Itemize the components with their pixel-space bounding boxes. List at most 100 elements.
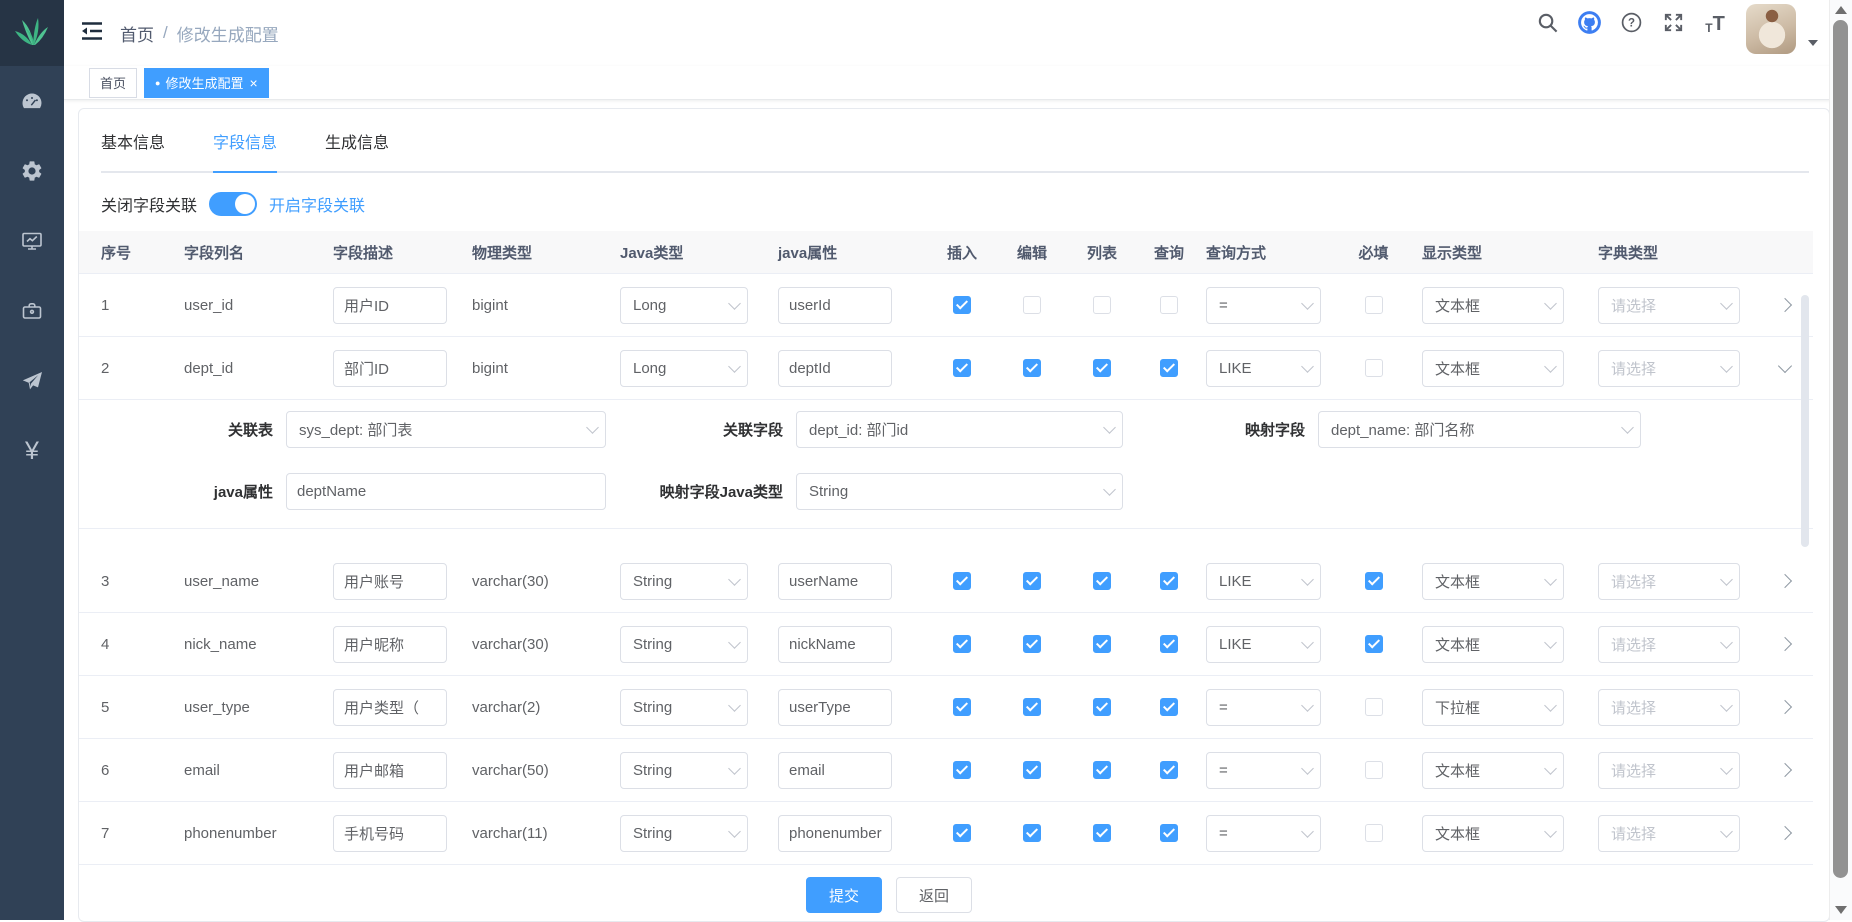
app-logo[interactable] xyxy=(0,0,64,66)
browser-scrollbar[interactable] xyxy=(1829,0,1852,920)
dict-type-select[interactable]: 请选择 xyxy=(1598,689,1740,726)
java-field-input[interactable]: deptId xyxy=(778,350,892,387)
java-type-select[interactable]: Long xyxy=(620,287,748,324)
dict-type-select[interactable]: 请选择 xyxy=(1598,350,1740,387)
tab-字段信息[interactable]: 字段信息 xyxy=(213,133,277,155)
edit-checkbox[interactable] xyxy=(1023,296,1041,314)
java-field-input[interactable]: userType xyxy=(778,689,892,726)
java-field-input[interactable]: nickName xyxy=(778,626,892,663)
query-type-select[interactable]: = xyxy=(1206,689,1321,726)
java-type-select[interactable]: String xyxy=(620,752,748,789)
display-type-select[interactable]: 文本框 xyxy=(1422,350,1564,387)
edit-checkbox[interactable] xyxy=(1023,359,1041,377)
query-checkbox[interactable] xyxy=(1160,359,1178,377)
java-type-select[interactable]: Long xyxy=(620,350,748,387)
java-type-select[interactable]: String xyxy=(620,563,748,600)
expand-row-icon[interactable] xyxy=(1777,700,1791,714)
column-comment-input[interactable]: 用户类型（ xyxy=(333,689,447,726)
java-field-input[interactable]: userName xyxy=(778,563,892,600)
column-comment-input[interactable]: 手机号码 xyxy=(333,815,447,852)
list-checkbox[interactable] xyxy=(1093,761,1111,779)
insert-checkbox[interactable] xyxy=(953,761,971,779)
expand-row-icon[interactable] xyxy=(1777,574,1791,588)
tab-生成信息[interactable]: 生成信息 xyxy=(325,133,389,155)
browser-scrollbar-thumb[interactable] xyxy=(1833,20,1848,878)
list-checkbox[interactable] xyxy=(1093,635,1111,653)
insert-checkbox[interactable] xyxy=(953,359,971,377)
mapped-field-select[interactable]: dept_name: 部门名称 xyxy=(1318,411,1641,448)
column-comment-input[interactable]: 用户账号 xyxy=(333,563,447,600)
close-icon[interactable]: × xyxy=(249,75,257,91)
sidebar-item-pay[interactable]: ¥ xyxy=(0,416,64,486)
query-type-select[interactable]: LIKE xyxy=(1206,350,1321,387)
required-checkbox[interactable] xyxy=(1365,359,1383,377)
insert-checkbox[interactable] xyxy=(953,296,971,314)
display-type-select[interactable]: 文本框 xyxy=(1422,626,1564,663)
query-checkbox[interactable] xyxy=(1160,572,1178,590)
required-checkbox[interactable] xyxy=(1365,296,1383,314)
display-type-select[interactable]: 下拉框 xyxy=(1422,689,1564,726)
font-size-button[interactable]: TT xyxy=(1702,12,1728,38)
expand-row-icon[interactable] xyxy=(1777,763,1791,777)
user-menu-caret-icon[interactable] xyxy=(1808,40,1818,46)
query-checkbox[interactable] xyxy=(1160,635,1178,653)
java-attr-input[interactable]: deptName xyxy=(286,473,606,510)
java-type-select[interactable]: String xyxy=(620,626,748,663)
user-avatar[interactable] xyxy=(1746,4,1796,54)
list-checkbox[interactable] xyxy=(1093,359,1111,377)
dict-type-select[interactable]: 请选择 xyxy=(1598,287,1740,324)
field-association-switch[interactable] xyxy=(209,192,257,216)
edit-checkbox[interactable] xyxy=(1023,761,1041,779)
display-type-select[interactable]: 文本框 xyxy=(1422,815,1564,852)
list-checkbox[interactable] xyxy=(1093,572,1111,590)
query-checkbox[interactable] xyxy=(1160,698,1178,716)
query-type-select[interactable]: = xyxy=(1206,287,1321,324)
content-scrollbar-thumb[interactable] xyxy=(1801,295,1809,547)
related-field-select[interactable]: dept_id: 部门id xyxy=(796,411,1123,448)
column-comment-input[interactable]: 用户昵称 xyxy=(333,626,447,663)
required-checkbox[interactable] xyxy=(1365,824,1383,842)
column-comment-input[interactable]: 用户ID xyxy=(333,287,447,324)
edit-checkbox[interactable] xyxy=(1023,635,1041,653)
list-checkbox[interactable] xyxy=(1093,824,1111,842)
help-button[interactable]: ? xyxy=(1618,12,1644,38)
column-comment-input[interactable]: 部门ID xyxy=(333,350,447,387)
scroll-up-arrow-icon[interactable] xyxy=(1835,6,1847,14)
column-comment-input[interactable]: 用户邮箱 xyxy=(333,752,447,789)
sidebar-item-tool[interactable] xyxy=(0,276,64,346)
dict-type-select[interactable]: 请选择 xyxy=(1598,752,1740,789)
related-table-select[interactable]: sys_dept: 部门表 xyxy=(286,411,606,448)
query-checkbox[interactable] xyxy=(1160,761,1178,779)
insert-checkbox[interactable] xyxy=(953,824,971,842)
back-button[interactable]: 返回 xyxy=(896,877,972,913)
search-button[interactable] xyxy=(1534,12,1560,38)
insert-checkbox[interactable] xyxy=(953,698,971,716)
java-field-input[interactable]: phonenumber xyxy=(778,815,892,852)
insert-checkbox[interactable] xyxy=(953,635,971,653)
dict-type-select[interactable]: 请选择 xyxy=(1598,626,1740,663)
dict-type-select[interactable]: 请选择 xyxy=(1598,815,1740,852)
tag-首页[interactable]: 首页 xyxy=(89,68,137,98)
java-field-input[interactable]: email xyxy=(778,752,892,789)
required-checkbox[interactable] xyxy=(1365,761,1383,779)
expand-row-icon[interactable] xyxy=(1777,826,1791,840)
edit-checkbox[interactable] xyxy=(1023,824,1041,842)
breadcrumb-home[interactable]: 首页 xyxy=(120,21,154,46)
github-button[interactable] xyxy=(1576,12,1602,38)
required-checkbox[interactable] xyxy=(1365,572,1383,590)
java-type-select[interactable]: String xyxy=(620,689,748,726)
query-type-select[interactable]: = xyxy=(1206,815,1321,852)
query-checkbox[interactable] xyxy=(1160,296,1178,314)
sidebar-item-dashboard[interactable] xyxy=(0,66,64,136)
query-checkbox[interactable] xyxy=(1160,824,1178,842)
list-checkbox[interactable] xyxy=(1093,296,1111,314)
insert-checkbox[interactable] xyxy=(953,572,971,590)
display-type-select[interactable]: 文本框 xyxy=(1422,563,1564,600)
tab-基本信息[interactable]: 基本信息 xyxy=(101,133,165,155)
edit-checkbox[interactable] xyxy=(1023,698,1041,716)
display-type-select[interactable]: 文本框 xyxy=(1422,752,1564,789)
query-type-select[interactable]: = xyxy=(1206,752,1321,789)
sidebar-item-guide[interactable] xyxy=(0,346,64,416)
expand-row-icon[interactable] xyxy=(1777,359,1791,373)
java-type-select[interactable]: String xyxy=(620,815,748,852)
